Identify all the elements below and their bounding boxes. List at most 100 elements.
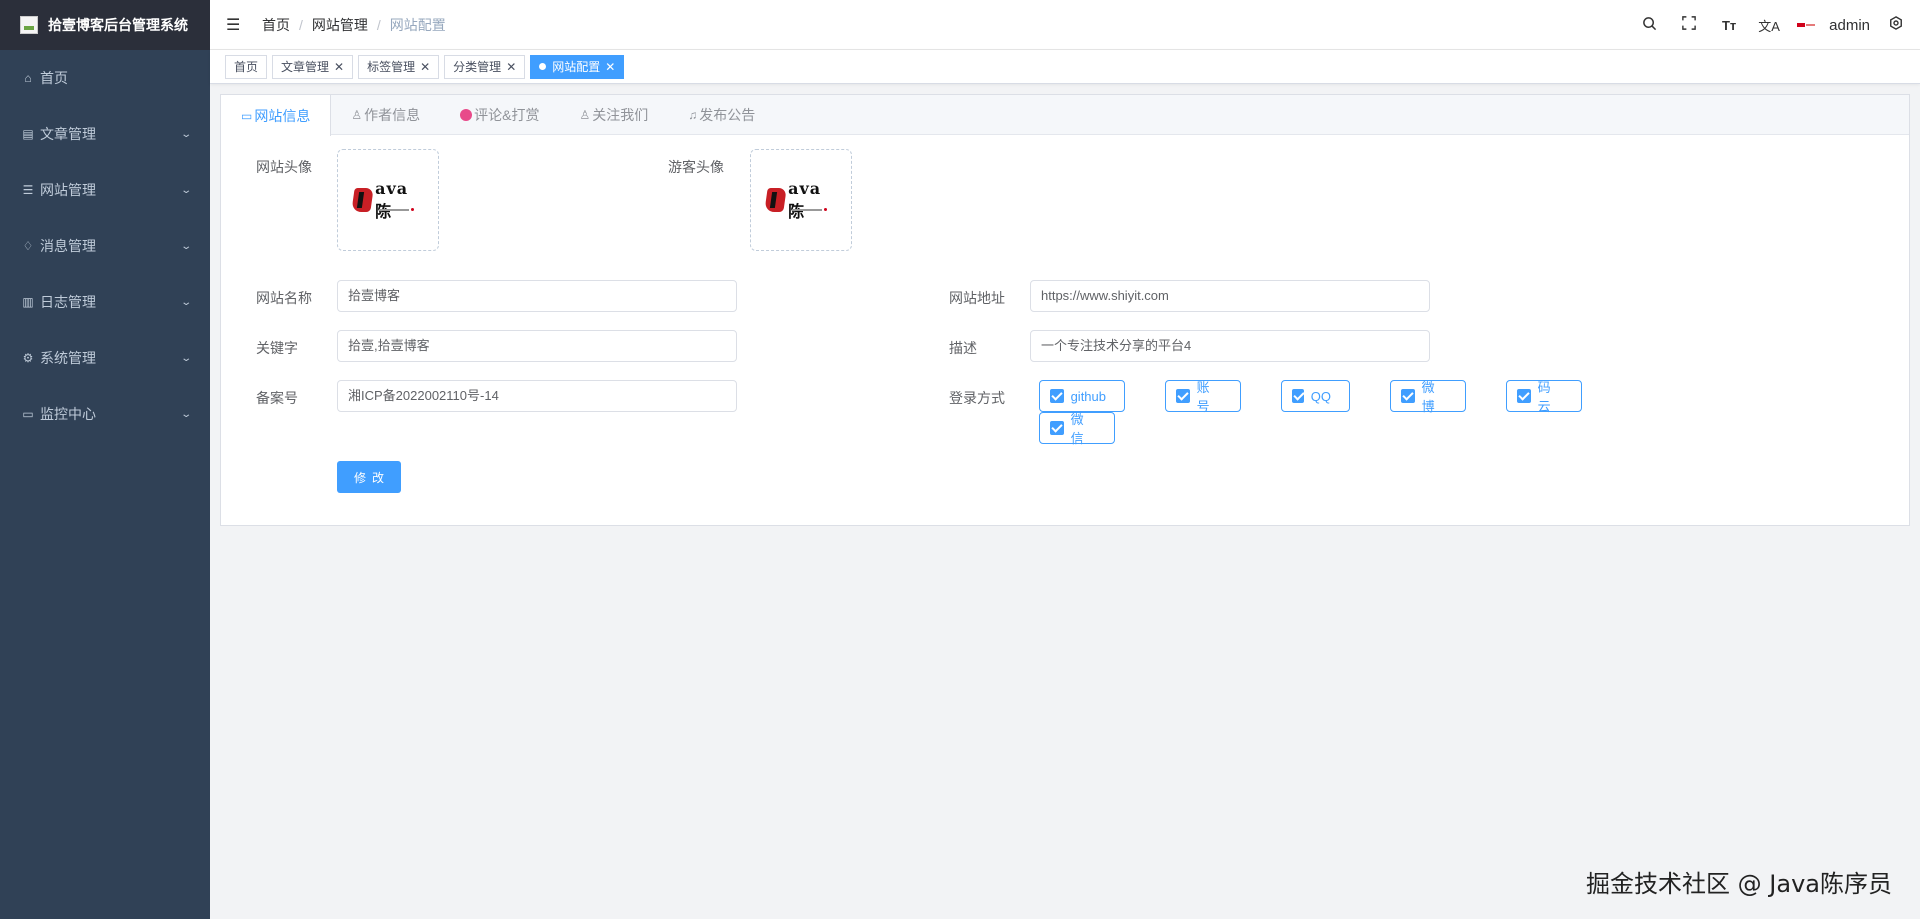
tab-label: 关注我们 [592, 107, 649, 123]
site-avatar-label: 网站头像 [256, 159, 312, 175]
tag-label: 网站配置 [552, 59, 601, 74]
checkbox-checked-icon [1517, 389, 1531, 403]
tag-labels[interactable]: 标签管理 ✕ [358, 54, 440, 79]
tags-view: 首页 文章管理 ✕ 标签管理 ✕ 分类管理 ✕ 网站配置 ✕ [210, 50, 1920, 84]
breadcrumb-separator: / [299, 16, 303, 33]
checkbox-checked-icon [1176, 389, 1190, 403]
sidebar-item-label: 首页 [40, 70, 68, 86]
monitor-icon: ▭ [22, 407, 34, 421]
tab-comment-reward[interactable]: 评论&打赏 [440, 95, 559, 135]
hamburger-icon[interactable]: ☰ [226, 15, 242, 35]
close-icon[interactable]: ✕ [605, 56, 615, 78]
sidebar-item-messages[interactable]: ♢ 消息管理 ⌄ [0, 218, 210, 274]
keywords-input[interactable]: 拾壹,拾壹博客 [337, 330, 737, 362]
logo-image-icon [20, 16, 38, 34]
flag-icon[interactable] [1797, 20, 1816, 30]
search-icon[interactable] [1629, 16, 1669, 35]
user-name[interactable]: admin [1829, 17, 1870, 34]
login-methods-label: 登录方式 [949, 390, 1005, 406]
navbar: ☰ 首页 / 网站管理 / 网站配置 Tт 文A admin [210, 0, 1920, 50]
chevron-down-icon: ⌄ [179, 352, 192, 364]
login-option-wechat[interactable]: 微信 [1039, 412, 1115, 446]
description-label: 描述 [949, 340, 977, 356]
sidebar-item-label: 消息管理 [40, 238, 96, 254]
sidebar-item-system[interactable]: ⚙ 系统管理 ⌄ [0, 330, 210, 386]
checkbox-checked-icon [1292, 389, 1304, 403]
login-option-weibo[interactable]: 微博 [1390, 380, 1466, 414]
active-dot-icon [539, 63, 547, 70]
tag-articles[interactable]: 文章管理 ✕ [272, 54, 354, 79]
close-icon[interactable]: ✕ [420, 56, 430, 78]
logo-dot [411, 208, 414, 211]
logo-dot [824, 208, 827, 211]
login-option-github[interactable]: github [1039, 380, 1125, 412]
font-size-icon[interactable]: Tт [1709, 18, 1749, 33]
sidebar-item-label: 日志管理 [40, 294, 96, 310]
tag-label: 首页 [234, 59, 259, 74]
tab-site-info[interactable]: ▭ 网站信息 [220, 95, 332, 136]
guest-avatar-label: 游客头像 [668, 159, 724, 175]
breadcrumb-home[interactable]: 首页 [262, 15, 290, 35]
checkbox-label: QQ [1310, 388, 1331, 404]
tab-label: 评论&打赏 [474, 107, 540, 123]
guest-avatar-image: ava陈 [764, 179, 836, 221]
breadcrumb-separator: / [376, 16, 381, 33]
icp-input[interactable]: 湘ICP备2022002110号-14 [337, 380, 737, 412]
submit-button[interactable]: 修改 [337, 461, 401, 493]
guest-avatar-uploader[interactable]: ava陈 [750, 149, 852, 251]
chevron-down-icon: ⌄ [179, 296, 192, 308]
tag-home[interactable]: 首页 [225, 54, 268, 79]
settings-icon[interactable] [1886, 16, 1906, 34]
sidebar-item-logs[interactable]: ▥ 日志管理 ⌄ [0, 274, 210, 330]
sidebar-item-label: 网站管理 [40, 182, 96, 198]
users-icon: ♙ [579, 108, 591, 122]
chevron-down-icon: ⌄ [179, 128, 192, 140]
fullscreen-icon[interactable] [1669, 16, 1709, 34]
checkbox-checked-icon [1401, 389, 1415, 403]
watermark: 掘金技术社区 @ Java陈序员 [1586, 870, 1892, 898]
close-icon[interactable]: ✕ [506, 56, 516, 78]
login-option-qq[interactable]: QQ [1281, 380, 1350, 412]
sidebar-item-site[interactable]: ☰ 网站管理 ⌄ [0, 162, 210, 218]
site-url-label: 网站地址 [949, 290, 1005, 306]
login-option-account[interactable]: 账号 [1165, 380, 1241, 414]
tag-site-config[interactable]: 网站配置 ✕ [530, 54, 625, 79]
site-name-input[interactable]: 拾壹博客 [337, 280, 737, 312]
config-card: ▭ 网站信息 ♙ 作者信息 评论&打赏 ♙ 关注我们 ♫ 发布公告 网站头像 a… [220, 94, 1910, 526]
sidebar-item-articles[interactable]: ▤ 文章管理 ⌄ [0, 106, 210, 162]
sidebar-item-monitor[interactable]: ▭ 监控中心 ⌄ [0, 386, 210, 442]
tab-label: 发布公告 [699, 107, 756, 123]
chevron-down-icon: ⌄ [179, 408, 192, 420]
logo-text: ava陈 [375, 178, 409, 221]
login-option-gitee[interactable]: 码云 [1506, 380, 1582, 414]
app-logo[interactable]: 拾壹博客后台管理系统 [0, 0, 210, 50]
logo-brush [764, 188, 787, 212]
checkbox-checked-icon [1050, 389, 1064, 403]
chevron-down-icon: ⌄ [179, 184, 192, 196]
tab-follow-us[interactable]: ♙ 关注我们 [559, 95, 668, 135]
logo-brush [351, 188, 374, 212]
log-icon: ▥ [22, 295, 34, 309]
monitor-icon: ▭ [241, 108, 253, 123]
tab-announcement[interactable]: ♫ 发布公告 [668, 95, 775, 135]
description-input[interactable]: 一个专注技术分享的平台4 [1030, 330, 1430, 362]
checkbox-label: 微信 [1070, 412, 1084, 446]
tab-author-info[interactable]: ♙ 作者信息 [331, 95, 440, 135]
user-icon: ♙ [351, 108, 363, 122]
icp-label: 备案号 [256, 390, 298, 406]
sidebar-item-home[interactable]: ⌂ 首页 [0, 50, 210, 106]
close-icon[interactable]: ✕ [334, 56, 344, 78]
site-url-input[interactable]: https://www.shiyit.com [1030, 280, 1430, 312]
tag-label: 分类管理 [453, 59, 502, 74]
breadcrumb-site[interactable]: 网站管理 [312, 15, 368, 35]
translate-icon[interactable]: 文A [1749, 16, 1789, 35]
tab-label: 作者信息 [364, 107, 421, 123]
bell-icon: ♢ [22, 239, 34, 253]
tab-label: 网站信息 [254, 107, 311, 124]
checkbox-checked-icon [1050, 421, 1064, 435]
tag-categories[interactable]: 分类管理 ✕ [444, 54, 526, 79]
site-avatar-uploader[interactable]: ava陈 [337, 149, 439, 251]
breadcrumb-current: 网站配置 [389, 16, 446, 33]
tab-bar: ▭ 网站信息 ♙ 作者信息 评论&打赏 ♙ 关注我们 ♫ 发布公告 [220, 95, 1909, 136]
sidebar: 拾壹博客后台管理系统 ⌂ 首页 ▤ 文章管理 ⌄ ☰ 网站管理 ⌄ ♢ 消息管理… [0, 0, 210, 919]
